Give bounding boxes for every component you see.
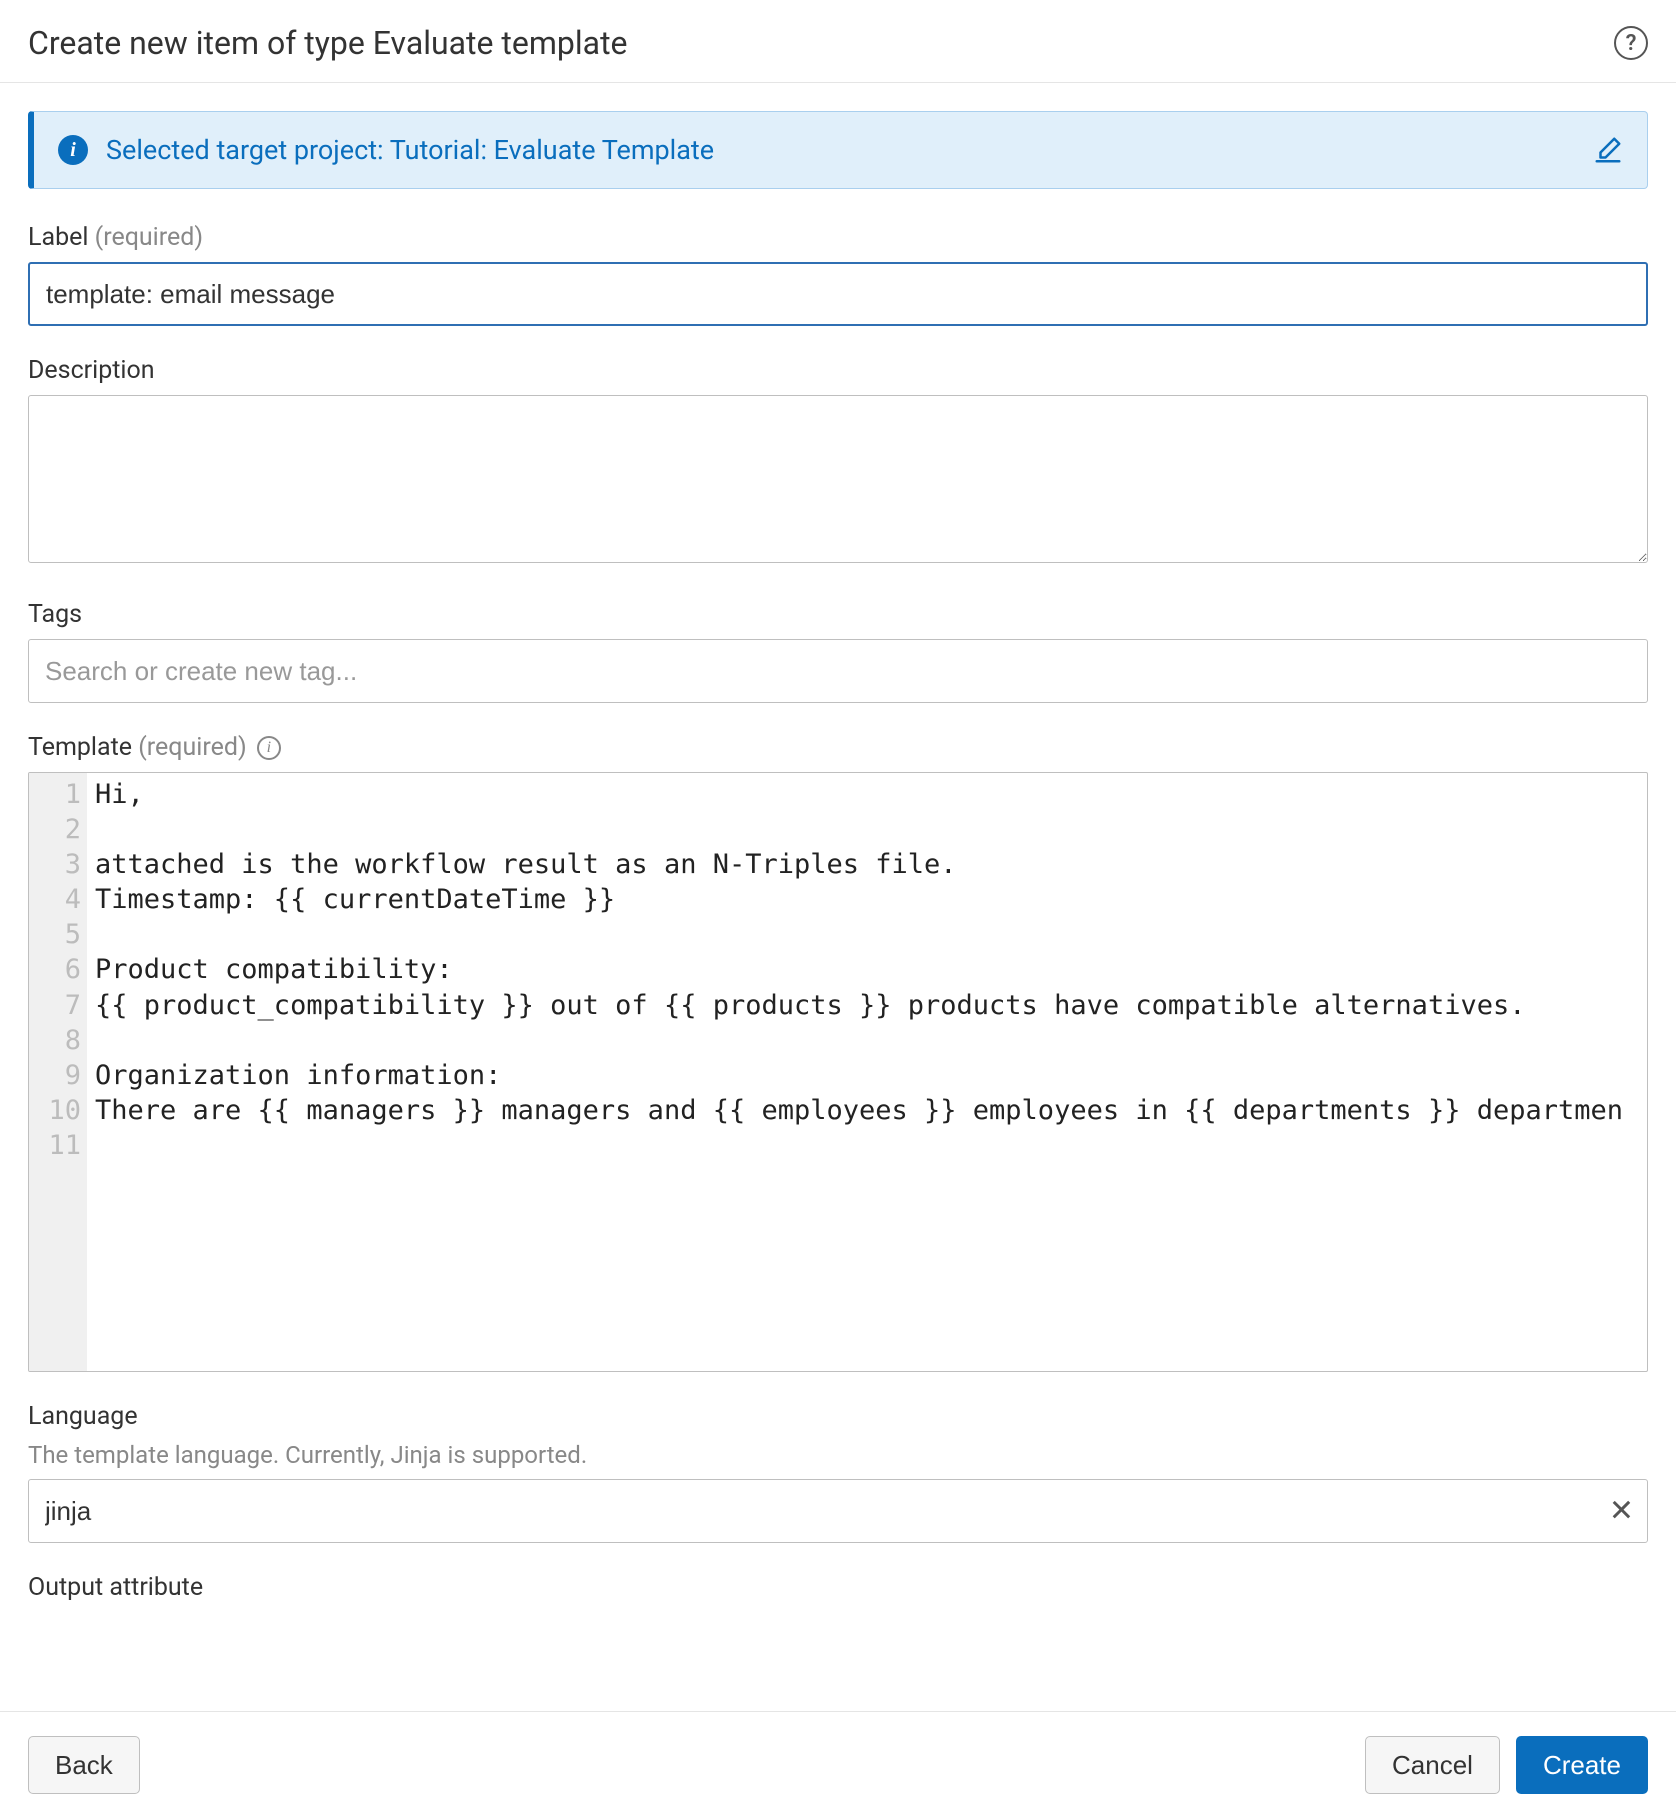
cancel-button[interactable]: Cancel [1365, 1736, 1500, 1794]
label-text: Label [28, 223, 88, 252]
field-tags: Tags [28, 600, 1648, 703]
help-icon[interactable]: ? [1614, 26, 1648, 60]
dialog-title: Create new item of type Evaluate templat… [28, 24, 628, 62]
language-input[interactable] [28, 1479, 1648, 1543]
back-button[interactable]: Back [28, 1736, 140, 1794]
dialog-body: i Selected target project: Tutorial: Eva… [0, 83, 1676, 1711]
tags-title: Tags [28, 600, 1648, 629]
info-icon[interactable]: i [257, 736, 281, 760]
label-input[interactable] [28, 262, 1648, 326]
create-button[interactable]: Create [1516, 1736, 1648, 1794]
language-select-wrap: ✕ [28, 1479, 1648, 1543]
description-title: Description [28, 356, 1648, 385]
edit-target-project-button[interactable] [1593, 135, 1623, 165]
footer-right: Cancel Create [1365, 1736, 1648, 1794]
dialog-create-evaluate-template: Create new item of type Evaluate templat… [0, 0, 1676, 1818]
code-content[interactable]: Hi, attached is the workflow result as a… [87, 773, 1647, 1371]
tags-input[interactable] [28, 639, 1648, 703]
label-required-hint: (required) [95, 223, 203, 252]
field-language: Language The template language. Currentl… [28, 1402, 1648, 1543]
field-label: Label (required) [28, 223, 1648, 326]
info-icon: i [58, 135, 88, 165]
dialog-header: Create new item of type Evaluate templat… [0, 0, 1676, 83]
template-label-text: Template [28, 733, 132, 762]
template-required-hint: (required) [138, 733, 246, 762]
clear-icon[interactable]: ✕ [1609, 1494, 1634, 1529]
field-description: Description [28, 356, 1648, 570]
info-banner-message: Selected target project: Tutorial: Evalu… [106, 134, 1575, 166]
field-template: Template (required) i 1234567891011 Hi, … [28, 733, 1648, 1372]
dialog-footer: Back Cancel Create [0, 1711, 1676, 1818]
template-code-editor[interactable]: 1234567891011 Hi, attached is the workfl… [28, 772, 1648, 1372]
language-title: Language [28, 1402, 1648, 1431]
field-label-title: Label (required) [28, 223, 1648, 252]
info-banner: i Selected target project: Tutorial: Eva… [28, 111, 1648, 189]
language-help: The template language. Currently, Jinja … [28, 1441, 1648, 1469]
line-number-gutter: 1234567891011 [29, 773, 87, 1371]
template-title: Template (required) i [28, 733, 1648, 762]
output-attribute-title: Output attribute [28, 1573, 1648, 1602]
description-input[interactable] [28, 395, 1648, 563]
